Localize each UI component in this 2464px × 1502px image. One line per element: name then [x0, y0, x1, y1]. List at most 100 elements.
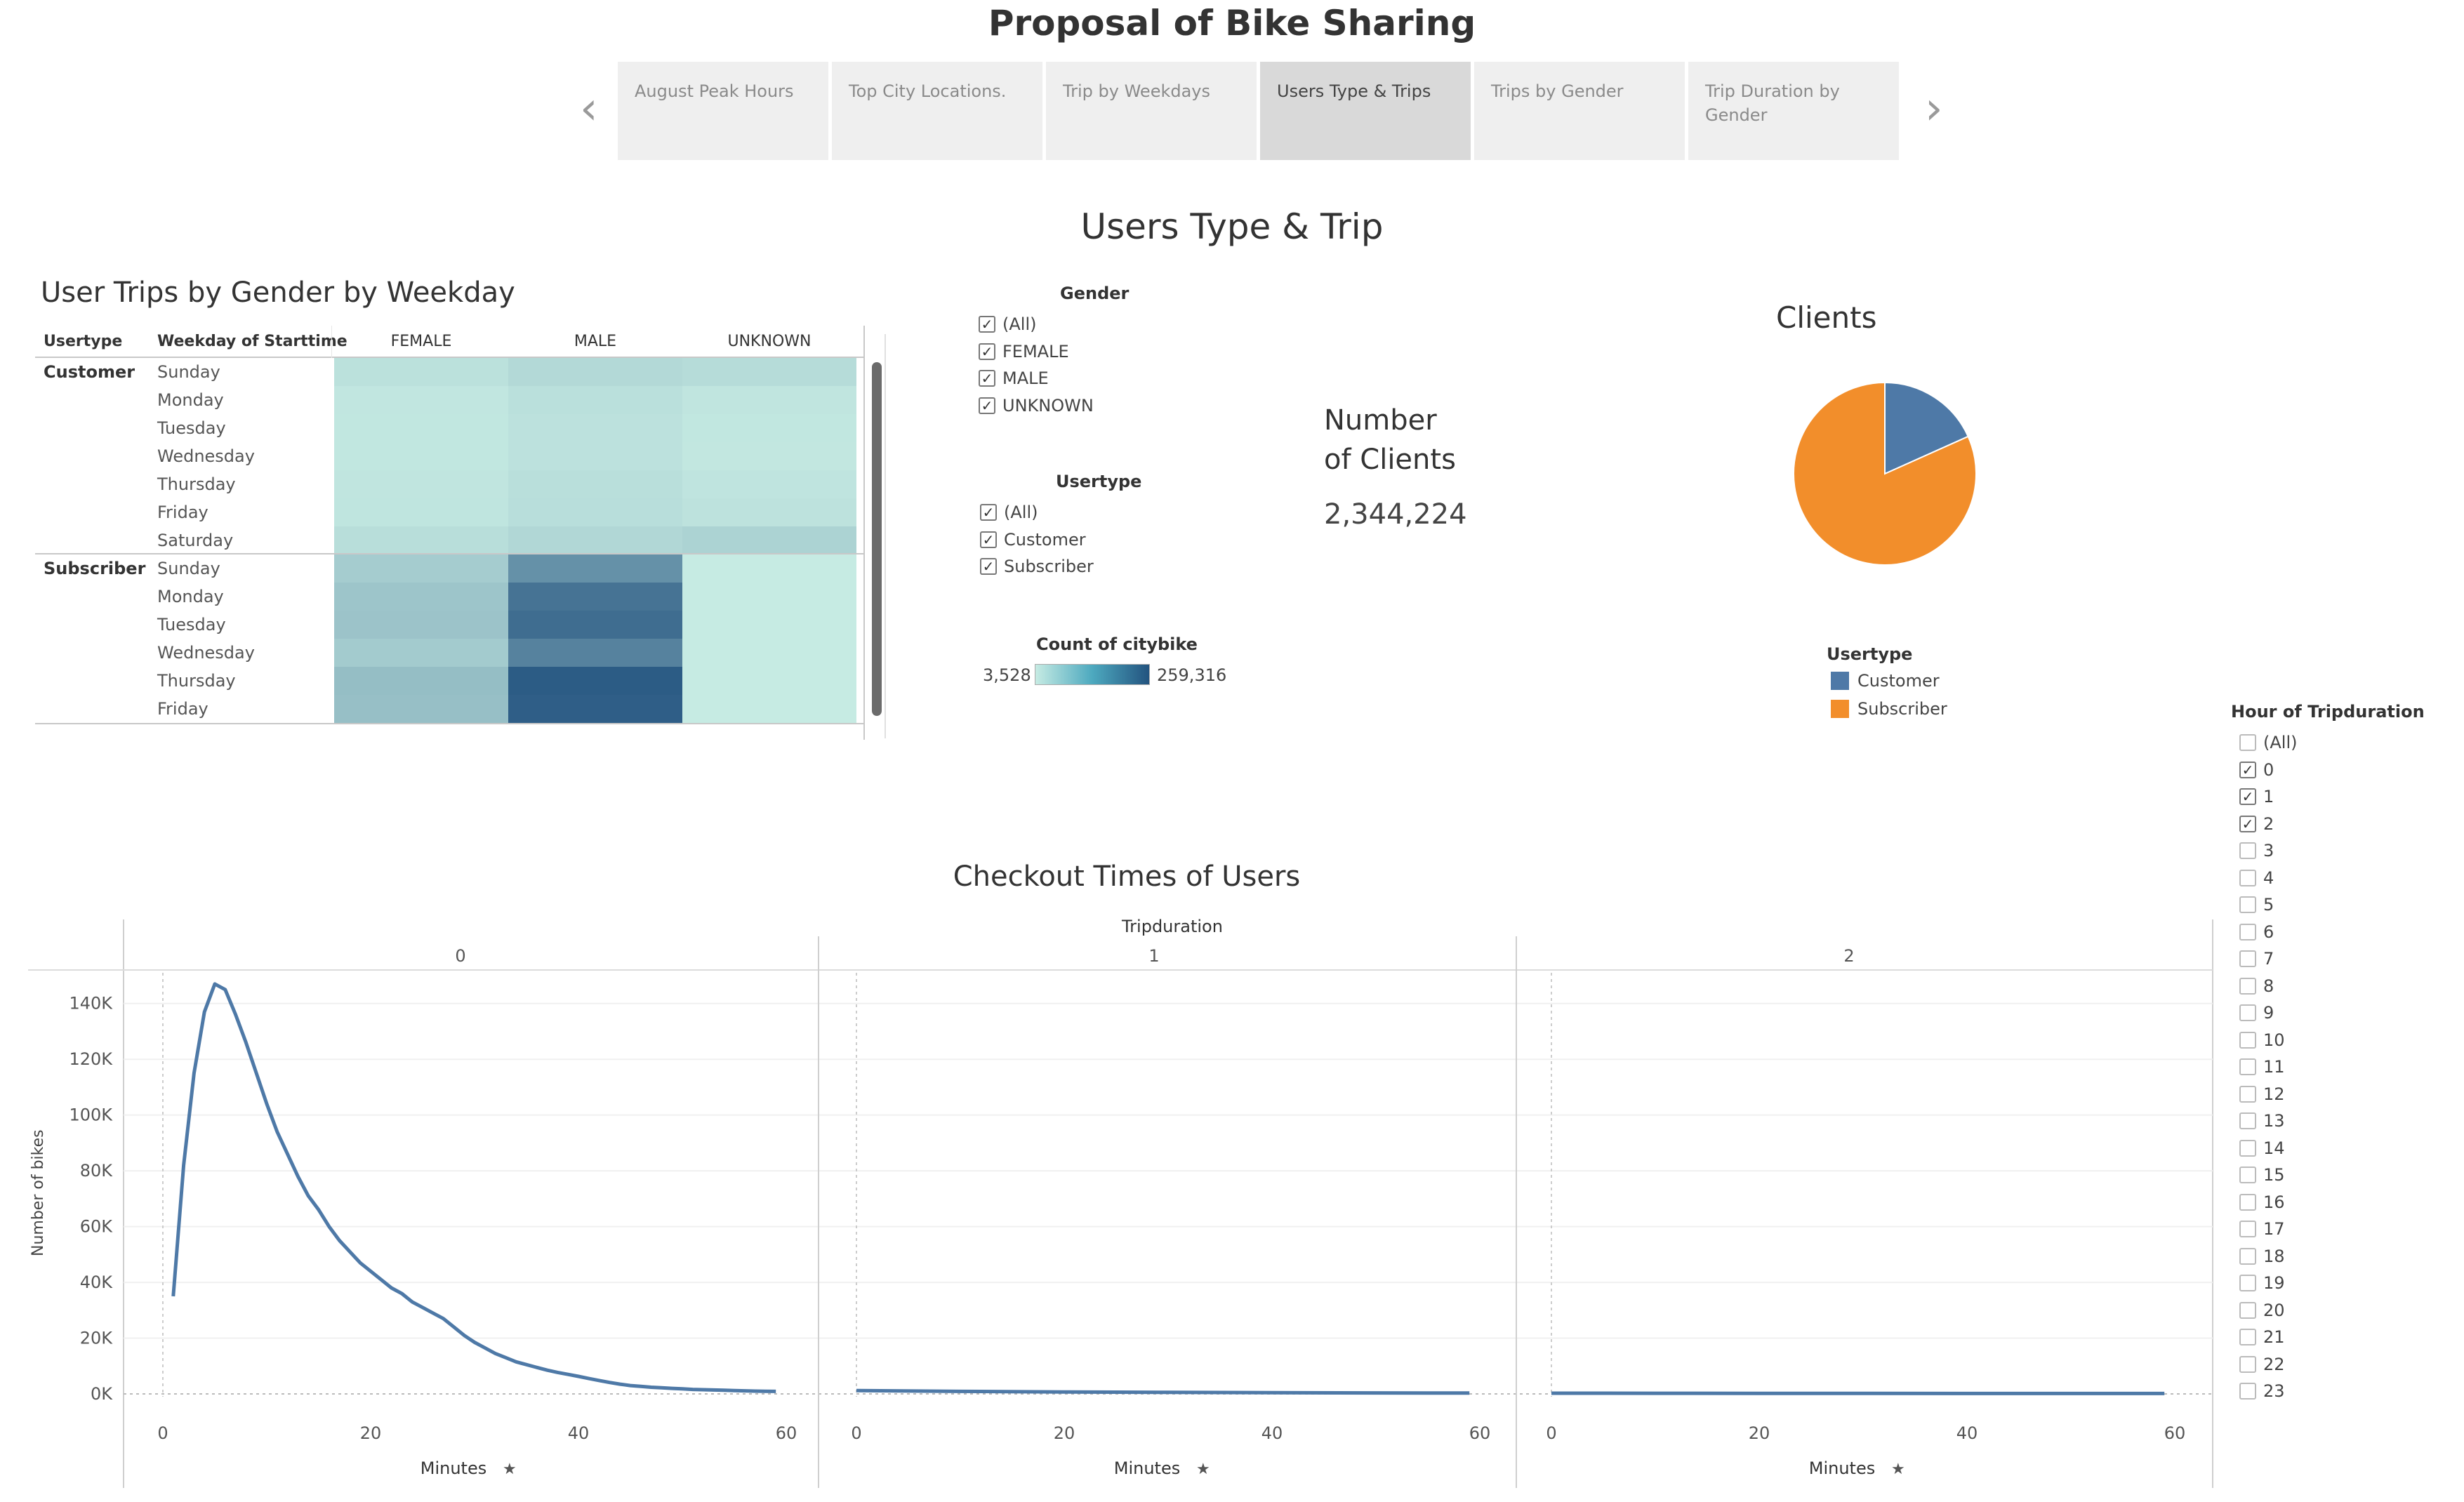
hour-filter-item[interactable]: 3	[2239, 841, 2274, 860]
checkbox-empty-icon[interactable]	[2239, 869, 2256, 886]
checkbox-checked-icon[interactable]: ✓	[979, 397, 995, 414]
checkbox-checked-icon[interactable]: ✓	[979, 370, 995, 387]
heatmap-column-header: FEMALE	[390, 333, 452, 350]
heatmap-cell[interactable]	[682, 386, 856, 414]
heatmap-cell[interactable]	[508, 554, 682, 583]
story-tab-label: Top City Locations.	[849, 81, 1007, 101]
heatmap-cell[interactable]	[334, 583, 508, 611]
checkbox-checked-icon[interactable]: ✓	[979, 316, 995, 333]
facet-label: 2	[1843, 946, 1854, 966]
heatmap-cell[interactable]	[334, 554, 508, 583]
checkbox-empty-icon[interactable]	[2239, 734, 2256, 751]
story-tab[interactable]: Trip by Weekdays	[1046, 62, 1257, 160]
checkout-title: Checkout Times of Users	[953, 860, 1301, 893]
checkbox-checked-icon[interactable]: ✓	[2239, 788, 2256, 805]
y-tick-label: 40K	[80, 1272, 114, 1292]
story-tab[interactable]: Trips by Gender	[1474, 62, 1685, 160]
heatmap-cell[interactable]	[334, 442, 508, 470]
filter-item-label: 15	[2263, 1165, 2285, 1185]
heatmap-cell[interactable]	[682, 442, 856, 470]
heatmap-weekday-label: Wednesday	[157, 446, 255, 466]
heatmap-cell[interactable]	[334, 470, 508, 498]
heatmap-cell[interactable]	[334, 526, 508, 554]
heatmap-scrollbar[interactable]	[872, 362, 882, 716]
heatmap-cell[interactable]	[508, 611, 682, 639]
usertype-filter-item[interactable]: ✓ Subscriber	[980, 557, 1094, 576]
pin-icon[interactable]: ★	[1196, 1461, 1210, 1478]
series-line-0[interactable]	[171, 982, 776, 1393]
series-line-1[interactable]	[856, 1388, 1470, 1395]
pin-icon[interactable]: ★	[503, 1461, 517, 1478]
x-tick-label: 20	[1749, 1423, 1770, 1443]
gender-filter-item[interactable]: ✓ (All)	[979, 314, 1036, 334]
heatmap-cell[interactable]	[508, 414, 682, 442]
heatmap-cell[interactable]	[508, 695, 682, 723]
y-tick-label: 60K	[80, 1217, 114, 1237]
heatmap-cell[interactable]	[334, 667, 508, 695]
heatmap-weekday-label: Tuesday	[157, 418, 226, 438]
heatmap-cell[interactable]	[334, 611, 508, 639]
gender-filter-item[interactable]: ✓ UNKNOWN	[979, 396, 1094, 416]
hour-filter-item[interactable]: 4	[2239, 868, 2274, 888]
x-tick-label: 40	[1956, 1423, 1978, 1443]
pin-icon[interactable]: ★	[1891, 1461, 1905, 1478]
story-tab[interactable]: August Peak Hours	[618, 62, 828, 160]
story-tab[interactable]: Trip Duration by Gender	[1688, 62, 1899, 160]
heatmap-cell[interactable]	[334, 414, 508, 442]
heatmap-cell[interactable]	[334, 639, 508, 667]
heatmap-cell[interactable]	[682, 554, 856, 583]
heatmap-cell[interactable]	[508, 386, 682, 414]
heatmap-cell[interactable]	[508, 470, 682, 498]
heatmap-cell[interactable]	[682, 526, 856, 554]
story-tab-label: Trip by Weekdays	[1063, 81, 1210, 101]
heatmap-cell[interactable]	[334, 358, 508, 386]
heatmap-cell[interactable]	[682, 498, 856, 526]
x-tick-label: 60	[776, 1423, 797, 1443]
heatmap-cell[interactable]	[682, 639, 856, 667]
x-axis-label: Minutes	[1114, 1458, 1180, 1478]
checkbox-checked-icon[interactable]: ✓	[980, 504, 997, 521]
legend-label: Subscriber	[1857, 699, 1947, 719]
checkbox-checked-icon[interactable]: ✓	[980, 558, 997, 575]
gender-filter-item[interactable]: ✓ MALE	[979, 368, 1049, 388]
story-tab[interactable]: Top City Locations.	[832, 62, 1042, 160]
filter-item-label: 18	[2263, 1246, 2285, 1266]
hour-filter-item[interactable]: ✓ 1	[2239, 787, 2274, 806]
checkbox-empty-icon[interactable]	[2239, 842, 2256, 859]
heatmap-cell[interactable]	[508, 639, 682, 667]
heatmap-cell[interactable]	[682, 414, 856, 442]
hour-filter-item[interactable]: ✓ 2	[2239, 814, 2274, 834]
filter-item-label: 7	[2263, 949, 2274, 969]
gender-filter-item[interactable]: ✓ FEMALE	[979, 342, 1069, 361]
usertype-filter-item[interactable]: ✓ Customer	[980, 530, 1086, 550]
heatmap-cell[interactable]	[334, 386, 508, 414]
heatmap-weekday-label: Thursday	[157, 474, 236, 494]
heatmap-cell[interactable]	[682, 583, 856, 611]
checkbox-checked-icon[interactable]: ✓	[980, 531, 997, 548]
story-tab[interactable]: Users Type & Trips	[1260, 62, 1471, 160]
hour-filter-item[interactable]: ✓ 0	[2239, 760, 2274, 780]
heatmap-cell[interactable]	[508, 498, 682, 526]
heatmap-cell[interactable]	[682, 470, 856, 498]
heatmap-cell[interactable]	[508, 526, 682, 554]
filter-item-label: 16	[2263, 1192, 2285, 1212]
heatmap-cell[interactable]	[508, 583, 682, 611]
chevron-left-icon[interactable]: ‹	[580, 83, 598, 135]
heatmap-cell[interactable]	[334, 498, 508, 526]
heatmap-cell[interactable]	[508, 442, 682, 470]
chevron-right-icon[interactable]: ›	[1925, 83, 1943, 135]
checkbox-checked-icon[interactable]: ✓	[2239, 761, 2256, 778]
dashboard-title: Users Type & Trip	[1080, 206, 1384, 247]
heatmap-cell[interactable]	[508, 358, 682, 386]
heatmap-cell[interactable]	[508, 667, 682, 695]
heatmap-cell[interactable]	[682, 611, 856, 639]
checkbox-checked-icon[interactable]: ✓	[2239, 815, 2256, 832]
hour-filter-item[interactable]: (All)	[2239, 733, 2297, 752]
checkbox-checked-icon[interactable]: ✓	[979, 343, 995, 360]
heatmap-scroll-track	[885, 334, 886, 738]
heatmap-cell[interactable]	[682, 667, 856, 695]
heatmap-cell[interactable]	[334, 695, 508, 723]
heatmap-cell[interactable]	[682, 358, 856, 386]
usertype-filter-item[interactable]: ✓ (All)	[980, 503, 1038, 522]
heatmap-cell[interactable]	[682, 695, 856, 723]
